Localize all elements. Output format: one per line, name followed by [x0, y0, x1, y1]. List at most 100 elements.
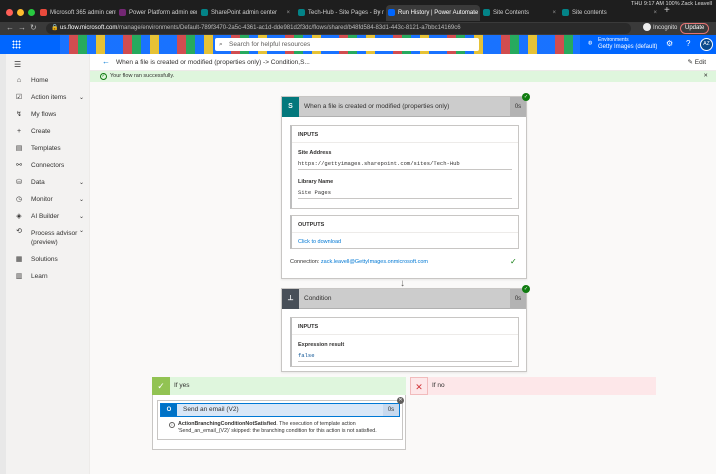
inputs-heading: INPUTS: [298, 132, 319, 138]
library-name-value: Site Pages: [298, 189, 512, 199]
condition-success-check-icon: ✓: [522, 285, 530, 293]
help-icon[interactable]: ?: [686, 39, 690, 48]
browser-tab[interactable]: Tech-Hub - Site Pages - By n... ×: [296, 5, 384, 21]
sidebar-item[interactable]: ⟲ Process advisor (preview) ⌄: [6, 227, 90, 249]
sidebar-item-label: Solutions: [31, 256, 58, 263]
update-button[interactable]: Update: [680, 23, 710, 34]
sidebar-item-label: Process advisor (preview): [31, 230, 78, 246]
ai-builder-icon: ◈: [16, 213, 22, 220]
chevron-down-icon[interactable]: ⌄: [79, 227, 84, 236]
forward-arrow-icon[interactable]: →: [18, 23, 26, 32]
close-tab-icon[interactable]: ×: [473, 5, 477, 21]
app-launcher-icon[interactable]: [12, 40, 21, 49]
close-tab-icon[interactable]: ×: [653, 5, 657, 21]
info-icon: i: [169, 422, 175, 428]
run-title-bar: ← When a file is created or modified (pr…: [90, 54, 716, 71]
tab-label: Power Platform admin center: [129, 10, 197, 16]
system-tray: THU 9:17 AM 100% Zack Leavell: [630, 1, 712, 7]
environment-picker[interactable]: ◍ Environments Getty Images (default): [588, 37, 657, 51]
trigger-success-check-icon: ✓: [522, 93, 530, 101]
plus-icon: +: [16, 128, 22, 135]
book-icon: ▥: [15, 273, 23, 280]
send-email-card[interactable]: O Send an email (V2) 0s i ActionBranchin…: [157, 400, 403, 440]
tab-label: Site contents: [572, 10, 607, 16]
sidebar-item[interactable]: ⌂ Home: [6, 74, 90, 88]
sidebar-item[interactable]: ▦ Solutions: [6, 253, 90, 267]
skip-message: ActionBranchingConditionNotSatisfied. Th…: [178, 421, 377, 434]
window-controls: [6, 9, 35, 16]
address-bar-row: ← → ↻ 🔒 us.flow.microsoft.com/manage/envi…: [0, 22, 716, 35]
back-arrow-icon[interactable]: ←: [6, 23, 14, 32]
url-field[interactable]: 🔒 us.flow.microsoft.com/manage/environmen…: [46, 23, 631, 34]
home-icon: ⌂: [16, 77, 22, 84]
trigger-card[interactable]: S When a file is created or modified (pr…: [281, 96, 527, 279]
avatar[interactable]: AZ: [700, 38, 713, 51]
browser-tab[interactable]: Site contents ×: [560, 5, 660, 21]
sidebar-item-label: Home: [31, 77, 49, 84]
close-tab-icon[interactable]: ×: [552, 5, 556, 21]
zoom-window-button[interactable]: [28, 9, 35, 16]
trigger-title: When a file is created or modified (prop…: [304, 103, 450, 110]
trigger-card-header[interactable]: S When a file is created or modified (pr…: [282, 97, 526, 117]
tab-label: SharePoint admin center: [211, 10, 278, 16]
sidebar-item[interactable]: ▥ Learn: [6, 270, 90, 284]
main-content: ← When a file is created or modified (pr…: [90, 54, 716, 474]
send-email-duration: 0s: [383, 404, 399, 416]
incognito-icon: [643, 23, 651, 32]
sidebar-item[interactable]: ⛁ Data ⌄: [6, 176, 90, 190]
condition-card-header[interactable]: ⊥ Condition 0s: [282, 289, 526, 309]
minimize-window-button[interactable]: [17, 9, 24, 16]
sidebar-item[interactable]: ◈ AI Builder ⌄: [6, 210, 90, 224]
chevron-down-icon[interactable]: ⌄: [79, 91, 84, 105]
chevron-down-icon[interactable]: ⌄: [79, 176, 84, 190]
download-link[interactable]: Click to download: [298, 239, 341, 245]
sidebar-item[interactable]: ↯ My flows: [6, 108, 90, 122]
browser-tab[interactable]: Site Contents ×: [481, 5, 559, 21]
sidebar-item[interactable]: + Create: [6, 125, 90, 139]
incognito-indicator[interactable]: Incognito: [643, 23, 677, 34]
send-email-header[interactable]: O Send an email (V2) 0s: [160, 403, 400, 417]
browser-tab[interactable]: Power Platform admin center×: [117, 5, 197, 21]
outputs-heading: OUTPUTS: [298, 222, 325, 228]
sidebar-item[interactable]: ☑ Action items ⌄: [6, 91, 90, 105]
hamburger-menu-icon[interactable]: ☰: [14, 60, 21, 69]
close-window-button[interactable]: [6, 9, 13, 16]
tab-favicon-icon: [119, 9, 126, 16]
if-yes-branch-header[interactable]: ✓ If yes: [152, 377, 406, 395]
sidebar-item[interactable]: ⚯ Connectors: [6, 159, 90, 173]
sidebar-item-label: Action items: [31, 94, 67, 101]
expression-result-label: Expression result: [298, 342, 345, 348]
page-title: When a file is created or modified (prop…: [116, 59, 310, 66]
connection-label: Connection: zack.leavell@GettyImages.onm…: [290, 259, 428, 265]
library-name-label: Library Name: [298, 179, 334, 185]
tab-favicon-icon: [298, 9, 305, 16]
edit-button[interactable]: ✎ Edit: [688, 54, 706, 71]
search-icon: ⌕: [219, 41, 223, 48]
sidebar-item-label: AI Builder: [31, 213, 60, 220]
condition-inputs-box: INPUTS Expression result false: [290, 317, 519, 367]
browser-tab[interactable]: Run History | Power Automate ×: [386, 5, 480, 21]
sidebar-item[interactable]: ▤ Templates: [6, 142, 90, 156]
solutions-icon: ▦: [15, 256, 23, 263]
close-icon[interactable]: ✕: [703, 71, 708, 82]
globe-icon: ◍: [588, 40, 593, 46]
sidebar-item-label: Templates: [31, 145, 61, 152]
close-tab-icon[interactable]: ×: [377, 5, 381, 21]
back-arrow-icon[interactable]: ←: [102, 57, 110, 66]
settings-gear-icon[interactable]: ⚙: [666, 39, 673, 48]
close-tab-icon[interactable]: ×: [286, 5, 290, 21]
close-tab-icon[interactable]: ×: [109, 5, 113, 21]
left-nav: ☰ ⌂ Home ☑ Action items ⌄ ↯ My flows + Create ▤ Te…: [6, 54, 90, 474]
browser-tab[interactable]: SharePoint admin center ×: [199, 5, 293, 21]
sidebar-item[interactable]: ◷ Monitor ⌄: [6, 193, 90, 207]
reload-icon[interactable]: ↻: [30, 23, 37, 32]
tab-favicon-icon: [201, 9, 208, 16]
search-input[interactable]: ⌕ Search for helpful resources: [215, 38, 479, 51]
chevron-down-icon[interactable]: ⌄: [79, 210, 84, 224]
close-tab-icon[interactable]: ×: [190, 5, 194, 21]
browser-tab[interactable]: Microsoft 365 admin center ×: [38, 5, 116, 21]
connection-link[interactable]: zack.leavell@GettyImages.onmicrosoft.com: [321, 259, 428, 265]
if-no-branch-header[interactable]: ✕ If no: [410, 377, 656, 395]
chevron-down-icon[interactable]: ⌄: [79, 193, 84, 207]
condition-card[interactable]: ⊥ Condition 0s INPUTS Expression result …: [281, 288, 527, 372]
